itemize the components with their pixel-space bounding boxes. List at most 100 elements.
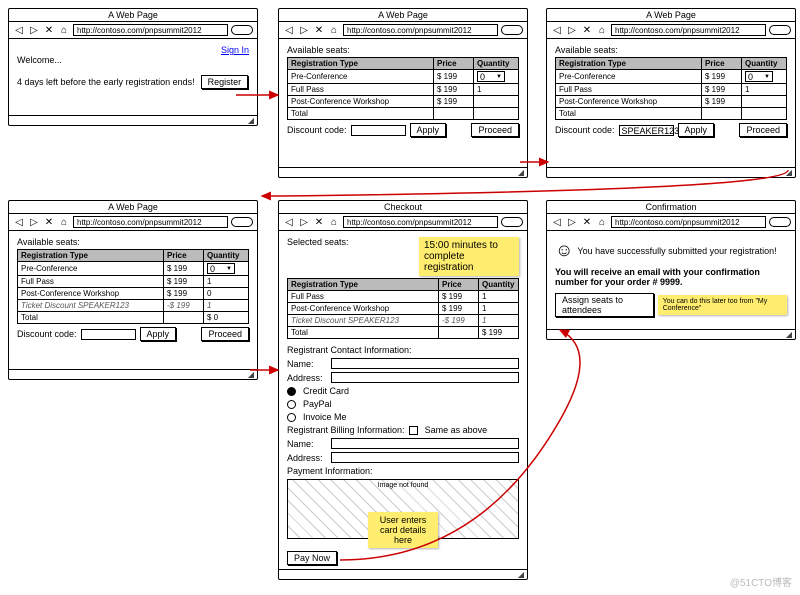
home-icon[interactable]: ⌂ [58, 216, 70, 228]
avail-label: Available seats: [17, 237, 249, 247]
window-title: A Web Page [9, 201, 257, 214]
row-full: Full Pass [288, 84, 434, 96]
home-icon[interactable]: ⌂ [58, 24, 70, 36]
qty-select[interactable]: 0 [207, 263, 235, 274]
discount-input[interactable] [81, 329, 136, 340]
same-checkbox[interactable] [409, 426, 418, 435]
navbar: ◁▷✕⌂ http://contoso.com/pnpsummit2012 [547, 214, 795, 231]
url-field[interactable]: http://contoso.com/pnpsummit2012 [73, 24, 228, 36]
url-field[interactable]: http://contoso.com/pnpsummit2012 [611, 216, 766, 228]
discount-input[interactable]: SPEAKER123 [619, 125, 674, 136]
statusbar [279, 569, 527, 579]
statusbar [547, 329, 795, 339]
statusbar [9, 115, 257, 125]
url-field[interactable]: http://contoso.com/pnpsummit2012 [343, 24, 498, 36]
home-icon[interactable]: ⌂ [596, 24, 608, 36]
url-field[interactable]: http://contoso.com/pnpsummit2012 [611, 24, 766, 36]
back-icon[interactable]: ◁ [551, 216, 563, 228]
forward-icon[interactable]: ▷ [28, 24, 40, 36]
go-button[interactable] [769, 25, 791, 35]
avail-label: Available seats: [555, 45, 787, 55]
close-icon[interactable]: ✕ [581, 24, 593, 36]
radio-paypal[interactable] [287, 400, 296, 409]
register-button[interactable]: Register [201, 75, 249, 89]
home-icon[interactable]: ⌂ [328, 24, 340, 36]
back-icon[interactable]: ◁ [283, 24, 295, 36]
row-pre: Pre-Conference [288, 70, 434, 84]
bill-name-input[interactable] [331, 438, 519, 449]
home-icon[interactable]: ⌂ [596, 216, 608, 228]
url-field[interactable]: http://contoso.com/pnpsummit2012 [343, 216, 498, 228]
apply-button[interactable]: Apply [140, 327, 177, 341]
window-title: Checkout [279, 201, 527, 214]
paynow-button[interactable]: Pay Now [287, 551, 337, 565]
name-input[interactable] [331, 358, 519, 369]
assign-button[interactable]: Assign seats to attendees [555, 293, 654, 317]
statusbar [547, 167, 795, 177]
discount-row: Ticket Discount SPEAKER123 [18, 300, 164, 312]
qty-select[interactable]: 0 [745, 71, 773, 82]
back-icon[interactable]: ◁ [283, 216, 295, 228]
smiley-icon: ☺ [555, 240, 573, 261]
forward-icon[interactable]: ▷ [28, 216, 40, 228]
apply-button[interactable]: Apply [678, 123, 715, 137]
card-note: User enters card details here [368, 512, 438, 548]
forward-icon[interactable]: ▷ [298, 24, 310, 36]
close-icon[interactable]: ✕ [313, 24, 325, 36]
statusbar [9, 369, 257, 379]
close-icon[interactable]: ✕ [313, 216, 325, 228]
close-icon[interactable]: ✕ [43, 24, 55, 36]
qty-select[interactable]: 0 [477, 71, 505, 82]
seats-table: Registration TypePriceQuantity Pre-Confe… [287, 57, 519, 120]
home-icon[interactable]: ⌂ [328, 216, 340, 228]
avail-label: Available seats: [287, 45, 519, 55]
discount-input[interactable] [351, 125, 406, 136]
frame-checkout: Checkout ◁▷✕⌂ http://contoso.com/pnpsumm… [278, 200, 528, 580]
success-text: You have successfully submitted your reg… [577, 246, 776, 256]
forward-icon[interactable]: ▷ [566, 24, 578, 36]
proceed-button[interactable]: Proceed [739, 123, 787, 137]
selected-table: Registration TypePriceQuantity Full Pass… [287, 278, 519, 339]
go-button[interactable] [769, 217, 791, 227]
countdown-text: 4 days left before the early registratio… [17, 77, 195, 87]
address-input[interactable] [331, 372, 519, 383]
contact-header: Registrant Contact Information: [287, 345, 519, 355]
close-icon[interactable]: ✕ [43, 216, 55, 228]
apply-button[interactable]: Apply [410, 123, 447, 137]
back-icon[interactable]: ◁ [551, 24, 563, 36]
frame-seats-1: A Web Page ◁▷✕⌂ http://contoso.com/pnpsu… [278, 8, 528, 178]
col-type: Registration Type [288, 58, 434, 70]
forward-icon[interactable]: ▷ [566, 216, 578, 228]
discount-label: Discount code: [555, 125, 615, 135]
go-button[interactable] [231, 25, 253, 35]
proceed-button[interactable]: Proceed [471, 123, 519, 137]
navbar: ◁▷✕⌂ http://contoso.com/pnpsummit2012 [547, 22, 795, 39]
signin-link[interactable]: Sign In [221, 45, 249, 55]
forward-icon[interactable]: ▷ [298, 216, 310, 228]
payinfo-header: Payment Information: [287, 466, 519, 476]
seats-table: Registration TypePriceQuantity Pre-Confe… [555, 57, 787, 120]
go-button[interactable] [501, 25, 523, 35]
timer-note: 15:00 minutes to complete registration [419, 237, 519, 276]
row-post: Post-Conference Workshop [288, 96, 434, 108]
email-text: You will receive an email with your conf… [555, 267, 787, 287]
back-icon[interactable]: ◁ [13, 216, 25, 228]
back-icon[interactable]: ◁ [13, 24, 25, 36]
bill-address-input[interactable] [331, 452, 519, 463]
close-icon[interactable]: ✕ [581, 216, 593, 228]
proceed-button[interactable]: Proceed [201, 327, 249, 341]
window-title: A Web Page [547, 9, 795, 22]
radio-invoice[interactable] [287, 413, 296, 422]
url-field[interactable]: http://contoso.com/pnpsummit2012 [73, 216, 228, 228]
radio-cc[interactable] [287, 387, 296, 396]
frame-welcome: A Web Page ◁ ▷ ✕ ⌂ http://contoso.com/pn… [8, 8, 258, 126]
go-button[interactable] [501, 217, 523, 227]
col-qty: Quantity [474, 58, 519, 70]
discount-label: Discount code: [17, 329, 77, 339]
window-title: Confirmation [547, 201, 795, 214]
seats-table: Registration TypePriceQuantity Pre-Confe… [17, 249, 249, 324]
go-button[interactable] [231, 217, 253, 227]
frame-seats-3: A Web Page ◁▷✕⌂ http://contoso.com/pnpsu… [8, 200, 258, 380]
row-total: Total [288, 108, 434, 120]
billing-header: Registrant Billing Information: [287, 425, 405, 435]
